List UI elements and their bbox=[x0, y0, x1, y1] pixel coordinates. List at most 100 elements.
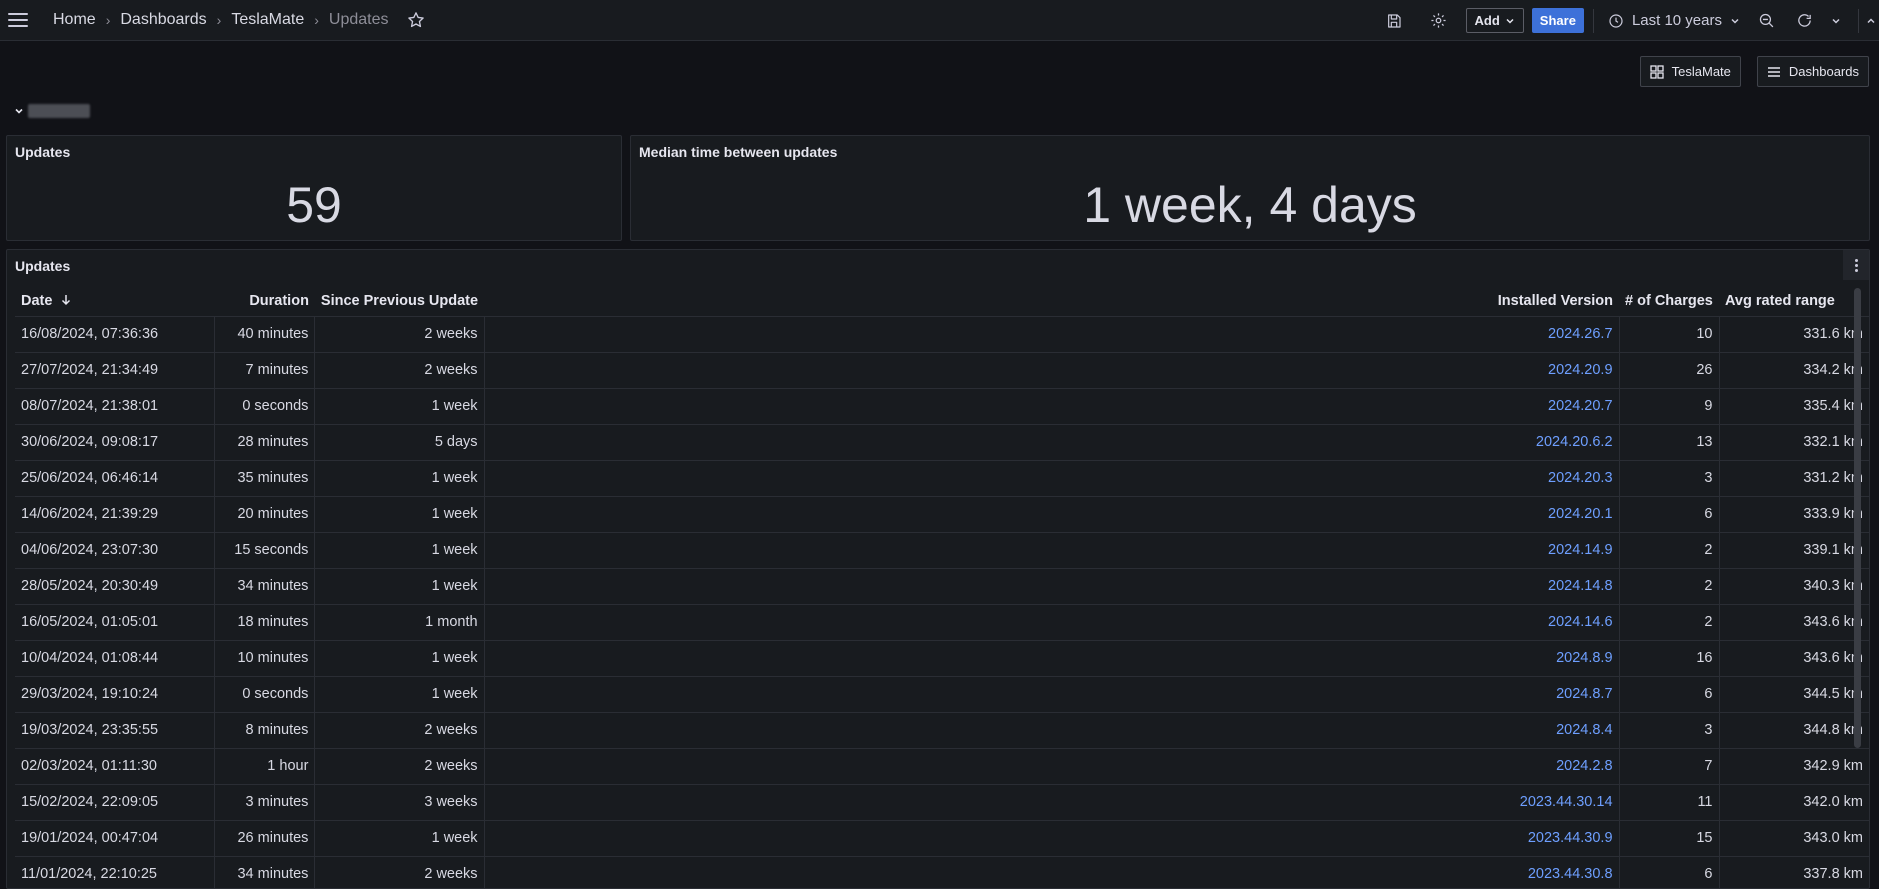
version-link[interactable]: 2024.14.8 bbox=[1548, 578, 1613, 594]
row-collapse-toggle[interactable] bbox=[14, 104, 90, 118]
cell-charges: 26 bbox=[1619, 352, 1720, 389]
version-link[interactable]: 2024.14.9 bbox=[1548, 542, 1613, 558]
table-row: 29/03/2024, 19:10:24 0 seconds 1 week 2024.… bbox=[15, 676, 1869, 713]
table-row: 02/03/2024, 01:11:30 1 hour 2 weeks 2024.2.… bbox=[15, 748, 1869, 785]
breadcrumb-dashboards[interactable]: Dashboards bbox=[120, 11, 206, 29]
cell-date: 11/01/2024, 22:10:25 bbox=[15, 856, 216, 888]
cell-charges: 6 bbox=[1619, 496, 1720, 533]
cell-duration: 15 seconds bbox=[214, 532, 316, 569]
save-icon[interactable] bbox=[1384, 11, 1404, 31]
cell-date: 16/08/2024, 07:36:36 bbox=[15, 316, 216, 353]
cell-installed-version: 2024.14.9 bbox=[484, 532, 1620, 569]
version-link[interactable]: 2024.20.1 bbox=[1548, 506, 1613, 522]
add-button[interactable]: Add bbox=[1465, 8, 1524, 33]
cell-installed-version: 2024.20.6.2 bbox=[484, 424, 1620, 461]
cell-duration: 35 minutes bbox=[214, 460, 316, 497]
cell-since-previous-update: 1 week bbox=[314, 496, 485, 533]
panel-title: Median time between updates bbox=[639, 144, 838, 160]
cell-date: 14/06/2024, 21:39:29 bbox=[15, 496, 216, 533]
cell-date: 29/03/2024, 19:10:24 bbox=[15, 676, 216, 713]
cell-installed-version: 2024.20.1 bbox=[484, 496, 1620, 533]
column-header-avg-rated-range[interactable]: Avg rated range bbox=[1719, 286, 1869, 317]
menu-icon[interactable] bbox=[8, 13, 28, 27]
cell-charges: 10 bbox=[1619, 316, 1720, 353]
cell-avg-rated-range: 332.1 km bbox=[1719, 424, 1869, 461]
version-link[interactable]: 2024.8.4 bbox=[1556, 722, 1612, 738]
column-header-since-previous-update[interactable]: Since Previous Update bbox=[314, 286, 485, 317]
cell-charges: 2 bbox=[1619, 604, 1720, 641]
version-link[interactable]: 2024.20.6.2 bbox=[1536, 434, 1613, 450]
cell-charges: 3 bbox=[1619, 460, 1720, 497]
table-row: 30/06/2024, 09:08:17 28 minutes 5 days 2024… bbox=[15, 424, 1869, 461]
version-link[interactable]: 2024.26.7 bbox=[1548, 326, 1613, 342]
breadcrumb-separator-icon: › bbox=[314, 12, 319, 28]
version-link[interactable]: 2024.2.8 bbox=[1556, 758, 1612, 774]
version-link[interactable]: 2023.44.30.8 bbox=[1528, 866, 1613, 882]
version-link[interactable]: 2024.8.9 bbox=[1556, 650, 1612, 666]
chevron-down-icon bbox=[1731, 18, 1739, 24]
page-title: Updates bbox=[328, 11, 389, 28]
cell-charges: 6 bbox=[1619, 676, 1720, 713]
top-navbar: Home › Dashboards › TeslaMate › Updates … bbox=[0, 0, 1879, 41]
redacted-row-title bbox=[28, 104, 90, 118]
zoom-out-icon[interactable] bbox=[1756, 11, 1776, 31]
teslamate-dashboards-button[interactable]: TeslaMate bbox=[1639, 56, 1741, 87]
cell-charges: 13 bbox=[1619, 424, 1720, 461]
share-button[interactable]: Share bbox=[1531, 8, 1584, 33]
version-link[interactable]: 2024.20.9 bbox=[1548, 362, 1613, 378]
cell-duration: 8 minutes bbox=[214, 712, 316, 749]
cell-installed-version: 2024.20.9 bbox=[484, 352, 1620, 389]
version-link[interactable]: 2024.20.7 bbox=[1548, 398, 1613, 414]
table-row: 19/01/2024, 00:47:04 26 minutes 1 week 2023… bbox=[15, 820, 1869, 857]
column-header-duration[interactable]: Duration bbox=[214, 286, 315, 317]
panel-title: Updates bbox=[15, 258, 71, 274]
panel-menu-icon[interactable] bbox=[1843, 250, 1869, 280]
updates-table-panel: Updates Date Duration Since Previous Upd… bbox=[6, 249, 1870, 889]
cell-installed-version: 2024.8.4 bbox=[484, 712, 1620, 749]
cell-duration: 26 minutes bbox=[214, 820, 316, 857]
cell-installed-version: 2024.8.7 bbox=[484, 676, 1620, 713]
version-link[interactable]: 2024.20.3 bbox=[1548, 470, 1613, 486]
version-link[interactable]: 2024.8.7 bbox=[1556, 686, 1612, 702]
table-row: 28/05/2024, 20:30:49 34 minutes 1 week 2024… bbox=[15, 568, 1869, 605]
breadcrumb-home[interactable]: Home bbox=[53, 11, 96, 29]
cell-avg-rated-range: 343.6 km bbox=[1719, 640, 1869, 677]
refresh-icon[interactable] bbox=[1794, 11, 1814, 31]
cell-since-previous-update: 2 weeks bbox=[314, 316, 485, 353]
cell-date: 27/07/2024, 21:34:49 bbox=[15, 352, 216, 389]
stat-value: 59 bbox=[286, 177, 342, 233]
cell-installed-version: 2024.14.8 bbox=[484, 568, 1620, 605]
list-icon bbox=[1767, 66, 1780, 77]
cell-duration: 3 minutes bbox=[214, 784, 316, 821]
version-link[interactable]: 2023.44.30.9 bbox=[1528, 830, 1613, 846]
breadcrumb-folder[interactable]: TeslaMate bbox=[231, 11, 304, 29]
cell-charges: 11 bbox=[1619, 784, 1720, 821]
cell-duration: 1 hour bbox=[214, 748, 316, 785]
cell-since-previous-update: 1 month bbox=[314, 604, 485, 641]
version-link[interactable]: 2024.14.6 bbox=[1548, 614, 1613, 630]
star-icon[interactable] bbox=[407, 11, 425, 29]
cell-avg-rated-range: 334.2 km bbox=[1719, 352, 1869, 389]
cell-avg-rated-range: 337.8 km bbox=[1719, 856, 1869, 888]
column-header-date[interactable]: Date bbox=[15, 286, 215, 317]
gear-icon[interactable] bbox=[1429, 11, 1449, 31]
cell-charges: 9 bbox=[1619, 388, 1720, 425]
toolbar: Add Share Last 10 years bbox=[1384, 0, 1879, 41]
table-scrollbar[interactable] bbox=[1854, 288, 1861, 748]
time-range-picker[interactable]: Last 10 years bbox=[1608, 12, 1740, 29]
cell-charges: 3 bbox=[1619, 712, 1720, 749]
cell-date: 10/04/2024, 01:08:44 bbox=[15, 640, 216, 677]
dashboards-button[interactable]: Dashboards bbox=[1756, 56, 1869, 87]
cell-avg-rated-range: 339.1 km bbox=[1719, 532, 1869, 569]
column-header-charges[interactable]: # of Charges bbox=[1619, 286, 1719, 317]
column-header-installed-version[interactable]: Installed Version bbox=[484, 286, 1620, 317]
stat-panel-median: Median time between updates 1 week, 4 da… bbox=[630, 135, 1870, 241]
cell-installed-version: 2024.20.3 bbox=[484, 460, 1620, 497]
collapse-icon[interactable] bbox=[1865, 11, 1877, 31]
table-row: 11/01/2024, 22:10:25 34 minutes 2 weeks 202… bbox=[15, 856, 1869, 888]
refresh-interval-chevron-icon[interactable] bbox=[1826, 11, 1846, 31]
cell-date: 19/03/2024, 23:35:55 bbox=[15, 712, 216, 749]
table-row: 10/04/2024, 01:08:44 10 minutes 1 week 2024… bbox=[15, 640, 1869, 677]
version-link[interactable]: 2023.44.30.14 bbox=[1520, 794, 1613, 810]
cell-avg-rated-range: 342.9 km bbox=[1719, 748, 1869, 785]
